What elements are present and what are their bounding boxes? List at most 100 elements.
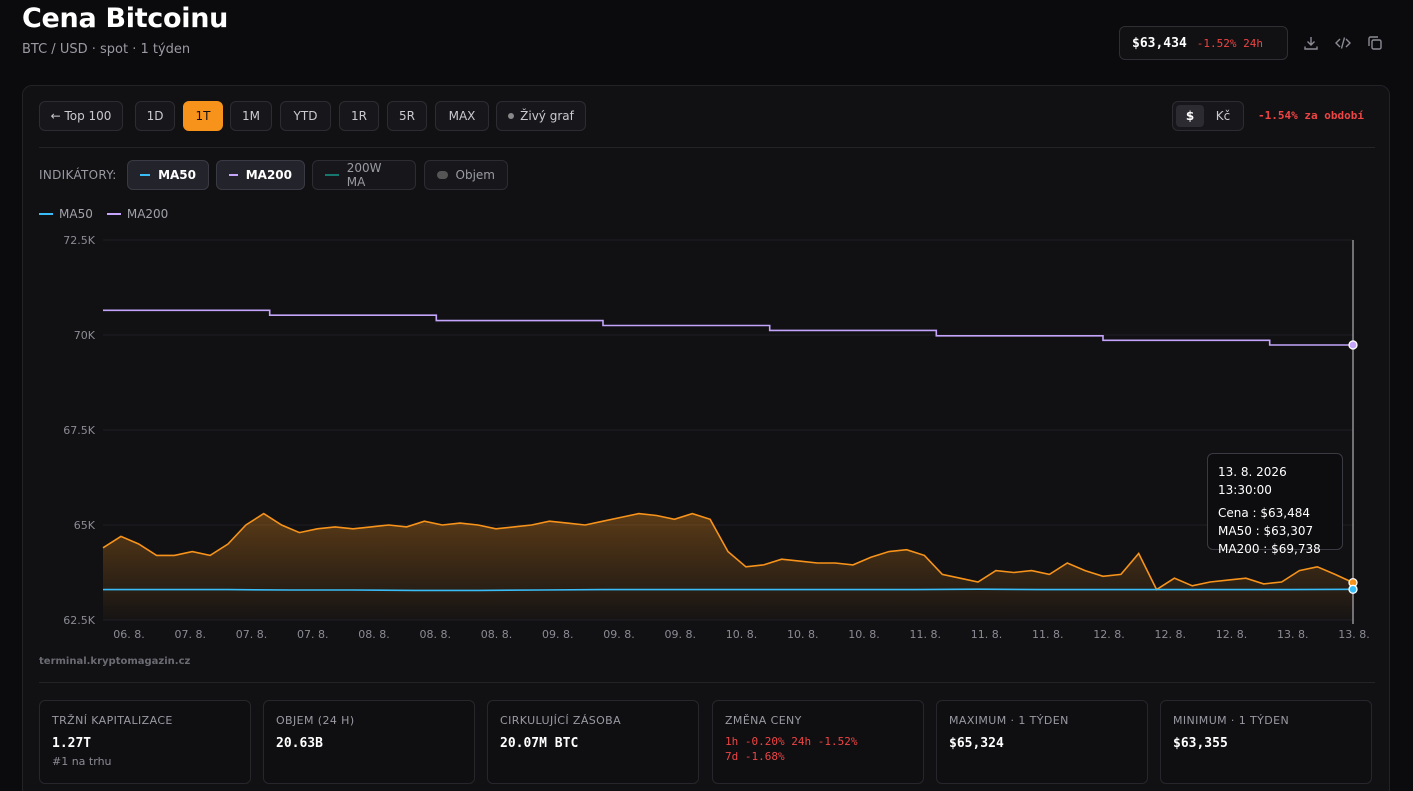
ma200-swatch-icon: [229, 174, 238, 176]
chart-tooltip: 13. 8. 2026 13:30:00 Cena : $63,484 MA50…: [1207, 453, 1343, 556]
x-tick-label: 12. 8.: [1216, 628, 1248, 641]
stat-value: 20.07M BTC: [500, 736, 579, 751]
stat-value: $65,324: [949, 736, 1004, 751]
legend-ma50-swatch-icon: [39, 213, 53, 215]
embed-code-icon[interactable]: [1334, 34, 1352, 52]
x-tick-label: 08. 8.: [358, 628, 390, 641]
x-tick-label: 11. 8.: [910, 628, 942, 641]
page-subtitle: BTC / USD · spot · 1 týden: [22, 42, 191, 57]
period-change: -1.54% za období: [1258, 109, 1364, 122]
x-tick-label: 10. 8.: [787, 628, 819, 641]
indicator-volume-label: Objem: [455, 168, 495, 182]
indicator-200w-ma-toggle[interactable]: 200W MA: [312, 160, 416, 190]
y-tick-label: 72.5K: [63, 234, 95, 247]
tooltip-ma50: MA50 : $63,307: [1218, 524, 1314, 538]
indicator-volume-toggle[interactable]: Objem: [424, 160, 508, 190]
price-chart[interactable]: 72.5K 70K 67.5K 65K 62.5K 06. 8. 07. 8. 07. 8. 0…: [23, 231, 1389, 651]
x-tick-label: 09. 8.: [603, 628, 635, 641]
x-tick-label: 09. 8.: [542, 628, 574, 641]
stat-label: CIRKULUJÍCÍ ZÁSOBA: [500, 714, 622, 727]
page-title: Cena Bitcoinu: [22, 3, 229, 34]
ma200-line: [103, 309, 1353, 346]
stat-volume-24h: OBJEM (24 H) 20.63B: [263, 700, 475, 784]
watermark: terminal.kryptomagazin.cz: [39, 656, 191, 667]
indicator-ma50-label: MA50: [158, 168, 196, 182]
range-1d-button[interactable]: 1D: [135, 101, 175, 131]
range-1t-button[interactable]: 1T: [183, 101, 223, 131]
ma200-point: [1348, 340, 1358, 350]
legend-ma200-label: MA200: [126, 207, 169, 221]
y-tick-label: 70K: [74, 329, 96, 342]
tooltip-ma200: MA200 : $69,738: [1218, 542, 1321, 556]
x-tick-label: 11. 8.: [971, 628, 1003, 641]
stat-label: MINIMUM · 1 TÝDEN: [1173, 714, 1290, 727]
x-tick-label: 08. 8.: [420, 628, 452, 641]
stat-week-max: MAXIMUM · 1 TÝDEN $65,324: [936, 700, 1148, 784]
stat-circulating-supply: CIRKULUJÍCÍ ZÁSOBA 20.07M BTC: [487, 700, 699, 784]
price-badge: $63,434 -1.52% 24h: [1119, 26, 1288, 60]
y-tick-label: 65K: [74, 519, 96, 532]
legend-item-ma200: MA200: [106, 207, 169, 221]
legend-ma200-swatch-icon: [106, 213, 121, 215]
stat-change-line: 7d -1.68%: [725, 750, 785, 763]
back-top100-button[interactable]: ← Top 100: [39, 101, 123, 131]
range-1r-button[interactable]: 1R: [339, 101, 379, 131]
x-tick-label: 11. 8.: [1032, 628, 1064, 641]
currency-czk-button[interactable]: Kč: [1206, 105, 1240, 127]
indicator-ma200-label: MA200: [245, 168, 292, 182]
ma50-swatch-icon: [140, 174, 151, 176]
chart-legend: MA50 MA200: [39, 207, 168, 221]
x-tick-label: 07. 8.: [297, 628, 329, 641]
indicators-label: INDIKÁTORY:: [39, 168, 117, 182]
currency-toggle: $ Kč: [1172, 101, 1244, 131]
range-max-button[interactable]: MAX: [435, 101, 489, 131]
stat-value: 20.63B: [276, 736, 323, 751]
x-tick-label: 13. 8.: [1338, 628, 1370, 641]
tooltip-date: 13. 8. 2026 13:30:00: [1218, 465, 1287, 497]
copy-icon[interactable]: [1366, 34, 1384, 52]
range-ytd-button[interactable]: YTD: [280, 101, 331, 131]
indicator-ma50-toggle[interactable]: MA50: [127, 160, 209, 190]
current-price: $63,434: [1132, 35, 1187, 51]
divider: [39, 682, 1375, 683]
currency-usd-button[interactable]: $: [1176, 105, 1204, 127]
stat-market-cap: TRŽNÍ KAPITALIZACE 1.27T #1 na trhu: [39, 700, 251, 784]
stat-price-change: ZMĚNA CENY 1h -0.20% 24h -1.52% 7d -1.68…: [712, 700, 924, 784]
x-tick-label: 13. 8.: [1277, 628, 1309, 641]
x-tick-label: 12. 8.: [1093, 628, 1125, 641]
ma200w-swatch-icon: [325, 174, 339, 176]
live-chart-label: Živý graf: [520, 109, 574, 123]
x-tick-label: 06. 8.: [113, 628, 145, 641]
indicator-ma200-toggle[interactable]: MA200: [216, 160, 305, 190]
range-5r-button[interactable]: 5R: [387, 101, 427, 131]
price-change-24h: -1.52% 24h: [1196, 36, 1264, 50]
live-chart-button[interactable]: Živý graf: [496, 101, 586, 131]
tooltip-price: Cena : $63,484: [1218, 506, 1311, 520]
range-1m-button[interactable]: 1M: [230, 101, 272, 131]
x-tick-label: 07. 8.: [236, 628, 268, 641]
live-dot-icon: [508, 113, 515, 119]
volume-toggle-icon: [437, 171, 448, 179]
legend-item-ma50: MA50: [39, 207, 93, 221]
indicator-200w-ma-label: 200W MA: [346, 161, 382, 189]
x-tick-label: 10. 8.: [848, 628, 880, 641]
y-tick-label: 67.5K: [63, 424, 95, 437]
stat-sub: #1 na trhu: [52, 755, 112, 768]
stat-week-min: MINIMUM · 1 TÝDEN $63,355: [1160, 700, 1372, 784]
legend-ma50-label: MA50: [59, 207, 93, 221]
x-tick-label: 09. 8.: [665, 628, 697, 641]
ma50-line: [103, 588, 1354, 592]
stat-value: $63,355: [1173, 736, 1228, 751]
stat-label: MAXIMUM · 1 TÝDEN: [949, 714, 1069, 727]
divider: [39, 147, 1375, 148]
download-icon[interactable]: [1302, 34, 1320, 52]
chart-panel: ← Top 100 1D 1T 1M YTD 1R 5R MAX Živý gr…: [22, 85, 1390, 791]
x-tick-label: 07. 8.: [175, 628, 207, 641]
x-tick-label: 08. 8.: [481, 628, 513, 641]
x-tick-label: 12. 8.: [1155, 628, 1187, 641]
stat-change-line: 1h -0.20% 24h -1.52%: [725, 735, 858, 748]
x-tick-label: 10. 8.: [726, 628, 758, 641]
stat-label: ZMĚNA CENY: [725, 714, 802, 727]
y-tick-label: 62.5K: [63, 614, 95, 627]
stat-value: 1.27T: [52, 736, 92, 751]
